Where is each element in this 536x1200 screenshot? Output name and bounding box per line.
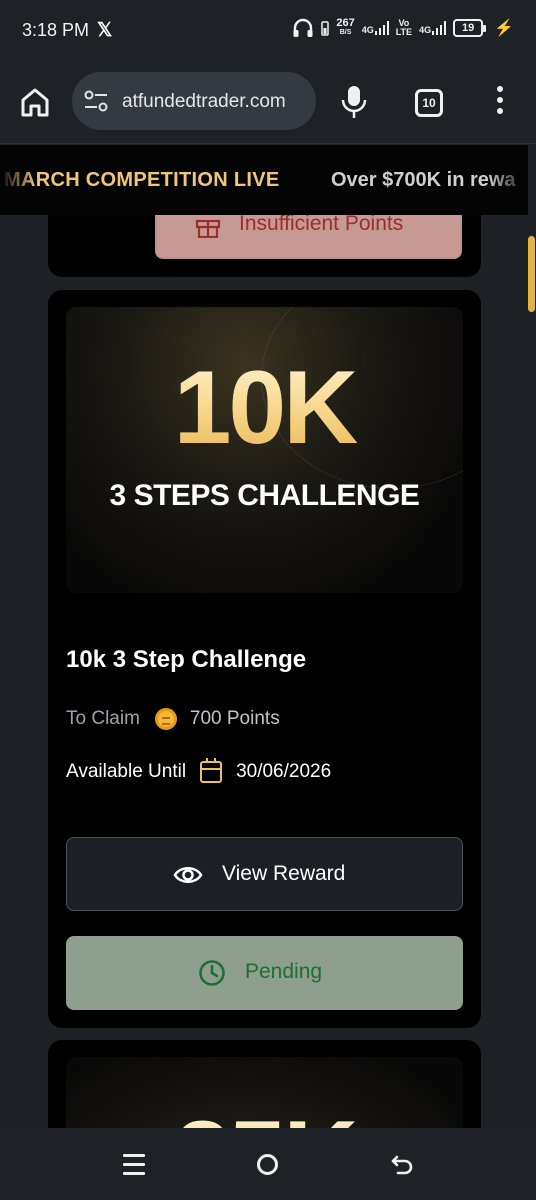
announcement-ticker: MARCH COMPETITION LIVE Over $700K in rew… — [0, 145, 528, 215]
browser-toolbar: atfundedtrader.com 10 — [0, 60, 536, 144]
next-reward-banner: 25K — [66, 1057, 463, 1128]
claim-row: To Claim 700 Points — [66, 708, 280, 730]
until-label: Available Until — [66, 761, 187, 782]
rewards-list: Insufficient Points 10K 3 STEPS CHALLENG… — [0, 215, 528, 1128]
next-banner-amount: 25K — [66, 1099, 463, 1128]
availability-row: Available Until 30/06/2026 — [66, 758, 332, 783]
tab-switcher-button[interactable]: 10 — [415, 89, 443, 117]
reward-card: 10K 3 STEPS CHALLENGE 10k 3 Step Challen… — [48, 290, 481, 1028]
address-bar[interactable]: atfundedtrader.com — [72, 72, 316, 130]
banner-amount: 10K — [66, 349, 463, 468]
bluetooth-battery-icon — [321, 21, 330, 36]
home-icon[interactable] — [18, 85, 52, 119]
insufficient-points-button[interactable]: Insufficient Points — [155, 215, 462, 259]
eye-icon — [173, 867, 203, 883]
ticker-text-secondary: Over $700K in rewa — [331, 169, 516, 191]
view-reward-button[interactable]: View Reward — [66, 837, 463, 911]
x-logo-icon: 𝕏 — [97, 20, 113, 41]
coin-icon — [154, 708, 177, 730]
status-icons: 267 B/S 4G Vo LTE 4G 19 ⚡ — [292, 18, 514, 38]
claim-points: 700 Points — [189, 708, 280, 729]
net-speed: 267 B/S — [336, 17, 355, 37]
status-bar: 3:18 PM 𝕏 267 B/S 4G Vo LTE 4G 19 ⚡ — [0, 0, 536, 60]
banner-subtitle: 3 STEPS CHALLENGE — [109, 479, 420, 512]
clock-icon — [199, 960, 225, 986]
headphones-icon — [293, 18, 313, 37]
battery-icon: 19 — [453, 19, 487, 37]
claim-label: To Claim — [66, 708, 140, 729]
page-scrollbar[interactable] — [528, 236, 535, 312]
pending-button[interactable]: Pending — [66, 936, 463, 1010]
mic-icon[interactable] — [340, 84, 368, 120]
back-icon[interactable] — [390, 1153, 414, 1175]
view-reward-label: View Reward — [222, 862, 346, 885]
sim1-signal: 4G — [362, 21, 389, 35]
sim2-signal: 4G — [419, 21, 447, 35]
home-button-icon[interactable] — [257, 1154, 278, 1175]
charging-icon: ⚡ — [494, 20, 514, 37]
system-nav-bar — [0, 1128, 536, 1200]
more-menu-icon[interactable] — [491, 86, 509, 118]
until-date: 30/06/2026 — [236, 761, 332, 782]
previous-reward-card: Insufficient Points — [48, 215, 481, 277]
calendar-icon — [200, 758, 223, 783]
reward-banner: 10K 3 STEPS CHALLENGE — [66, 307, 463, 593]
url-text[interactable]: atfundedtrader.com — [122, 91, 308, 113]
volte-icon: Vo LTE — [395, 18, 413, 37]
recent-apps-icon[interactable] — [123, 1154, 145, 1175]
pending-label: Pending — [245, 960, 323, 983]
status-time: 3:18 PM — [22, 20, 90, 40]
gift-icon — [195, 219, 221, 238]
ticker-text-primary: MARCH COMPETITION LIVE — [4, 169, 280, 191]
reward-title: 10k 3 Step Challenge — [66, 646, 307, 673]
next-reward-card: 25K — [48, 1040, 481, 1128]
insufficient-points-label: Insufficient Points — [239, 215, 404, 235]
site-settings-icon[interactable] — [84, 90, 108, 112]
